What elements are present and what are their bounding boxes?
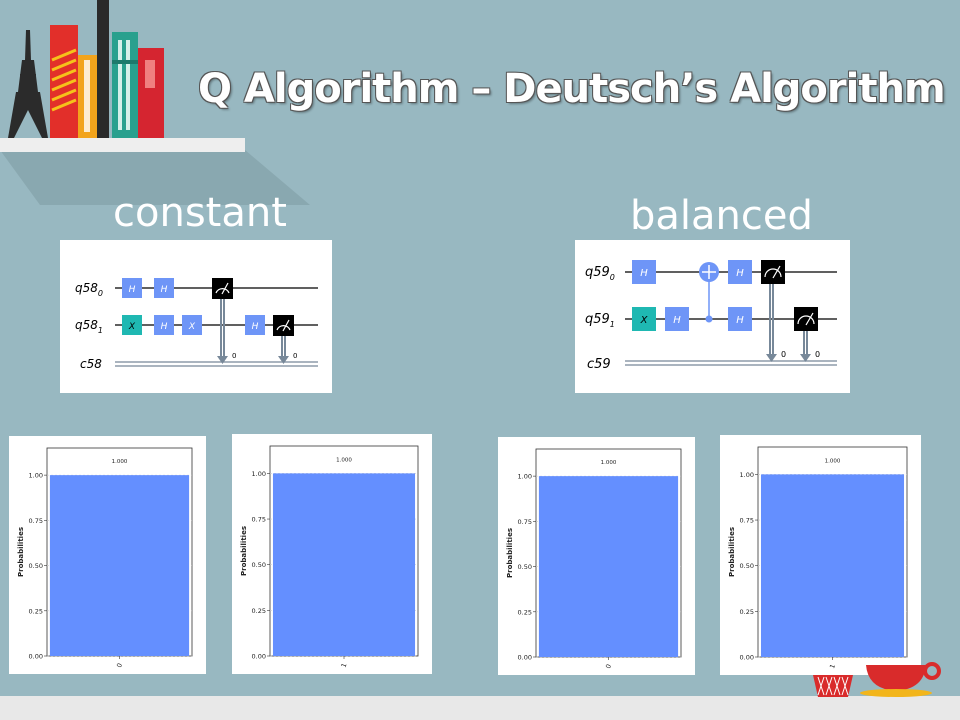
histogram-panel-2: 1.00 0.75 0.50 0.25 0.00 Probabilities 1.000 1 bbox=[232, 434, 432, 674]
histogram-panel-3: 1.00 0.75 0.50 0.25 0.00 Probabilities 1.000 0 bbox=[498, 437, 695, 675]
histogram-chart-1: 1.00 0.75 0.50 0.25 0.00 Probabilities 1.000 0 bbox=[17, 447, 193, 669]
data-label: 1.000 bbox=[601, 460, 617, 466]
basket-icon bbox=[813, 675, 853, 697]
x-tick-label: 1 bbox=[340, 662, 349, 669]
svg-text:0: 0 bbox=[781, 350, 786, 359]
y-tick-label: 0.00 bbox=[518, 654, 532, 662]
y-tick-label: 0.00 bbox=[740, 654, 754, 662]
svg-text:H: H bbox=[252, 322, 259, 332]
data-label: 1.000 bbox=[825, 458, 841, 464]
teacup-icon bbox=[860, 662, 941, 697]
book-dark bbox=[97, 0, 109, 138]
qubit-label-q0: q580 bbox=[75, 281, 103, 298]
y-tick-label: 1.00 bbox=[740, 471, 754, 479]
eiffel-tower-icon bbox=[8, 30, 48, 138]
measure-gate-icon bbox=[761, 260, 785, 284]
bar bbox=[760, 474, 905, 657]
histogram-chart-4: 1.000.750.500.250.00Probabilities1.0001 bbox=[728, 446, 908, 670]
histogram-panel-4: 1.00 0.75 0.50 0.25 0.00 Probabilities 1.000 1 bbox=[720, 435, 921, 675]
x-tick-label: 0 bbox=[604, 663, 613, 670]
y-tick-label: 0.50 bbox=[518, 563, 532, 571]
shelf bbox=[0, 138, 245, 152]
svg-text:0: 0 bbox=[293, 352, 297, 360]
y-tick-label: 0.25 bbox=[29, 607, 43, 615]
y-tick-label: 0.75 bbox=[252, 516, 266, 524]
bar bbox=[49, 475, 190, 656]
slide-title: Q Algorithm – Deutsch’s Algorithm bbox=[198, 66, 946, 112]
svg-text:X: X bbox=[188, 322, 196, 332]
y-tick-label: 0.75 bbox=[518, 518, 532, 526]
histogram-chart-3: 1.00 0.75 0.50 0.25 0.00 Probabilities 1.000 0 bbox=[506, 448, 682, 670]
svg-text:H: H bbox=[736, 268, 744, 279]
svg-text:H: H bbox=[161, 322, 168, 332]
y-tick-label: 1.00 bbox=[518, 473, 532, 481]
qubit-label-q1: q581 bbox=[75, 318, 103, 335]
y-axis-label: Probabilities bbox=[506, 528, 514, 578]
y-axis-label: Probabilities bbox=[240, 526, 248, 576]
svg-text:H: H bbox=[640, 268, 648, 279]
y-tick-label: 0.00 bbox=[252, 653, 266, 661]
data-label: 1.000 bbox=[336, 457, 352, 463]
svg-text:0: 0 bbox=[232, 352, 236, 360]
y-tick-label: 1.00 bbox=[29, 472, 43, 480]
y-tick-label: 1.00 bbox=[252, 470, 266, 478]
svg-text:H: H bbox=[129, 285, 136, 295]
y-axis-label: Probabilities bbox=[17, 527, 25, 577]
balanced-circuit-panel: q590 q591 c59 H X H H H 0 0 bbox=[575, 240, 850, 393]
y-tick-label: 0.50 bbox=[740, 562, 754, 570]
y-tick-label: 0.25 bbox=[252, 607, 266, 615]
constant-label: constant bbox=[113, 190, 287, 236]
histogram-chart-2: 1.00 0.75 0.50 0.25 0.00 Probabilities 1.000 1 bbox=[240, 445, 419, 669]
book-teal bbox=[112, 32, 138, 138]
qubit-label-q0: q590 bbox=[585, 265, 615, 282]
cups-illustration bbox=[813, 662, 941, 697]
constant-circuit-diagram: q580 q581 c58 H H X H X H 0 0 bbox=[75, 278, 318, 371]
svg-text:X: X bbox=[640, 315, 649, 326]
cnot-control bbox=[705, 315, 713, 323]
data-label: 1.000 bbox=[112, 459, 128, 465]
balanced-label: balanced bbox=[630, 193, 813, 239]
svg-text:H: H bbox=[673, 315, 681, 326]
y-tick-label: 0.25 bbox=[518, 608, 532, 616]
qubit-label-q1: q591 bbox=[585, 312, 615, 329]
y-tick-label: 0.50 bbox=[252, 561, 266, 569]
y-tick-label: 0.75 bbox=[29, 517, 43, 525]
y-axis-label: Probabilities bbox=[728, 527, 736, 577]
x-tick-label: 0 bbox=[115, 662, 124, 669]
classical-label: c58 bbox=[80, 357, 102, 371]
y-tick-label: 0.00 bbox=[29, 653, 43, 661]
balanced-circuit-diagram: q590 q591 c59 H X H H H 0 0 bbox=[585, 260, 837, 372]
bar bbox=[538, 476, 679, 657]
histogram-panel-1: 1.00 0.75 0.50 0.25 0.00 Probabilities 1.000 0 bbox=[9, 436, 206, 674]
svg-text:H: H bbox=[736, 315, 744, 326]
y-tick-label: 0.25 bbox=[740, 608, 754, 616]
constant-circuit-panel: q580 q581 c58 H H X H X H 0 0 bbox=[60, 240, 332, 393]
svg-text:0: 0 bbox=[815, 350, 820, 359]
y-tick-label: 0.50 bbox=[29, 562, 43, 570]
svg-text:X: X bbox=[128, 322, 136, 332]
y-tick-label: 0.75 bbox=[740, 517, 754, 525]
svg-text:H: H bbox=[161, 285, 168, 295]
measure-gate-icon bbox=[794, 307, 818, 331]
classical-label: c59 bbox=[587, 357, 611, 372]
bar bbox=[272, 473, 416, 656]
